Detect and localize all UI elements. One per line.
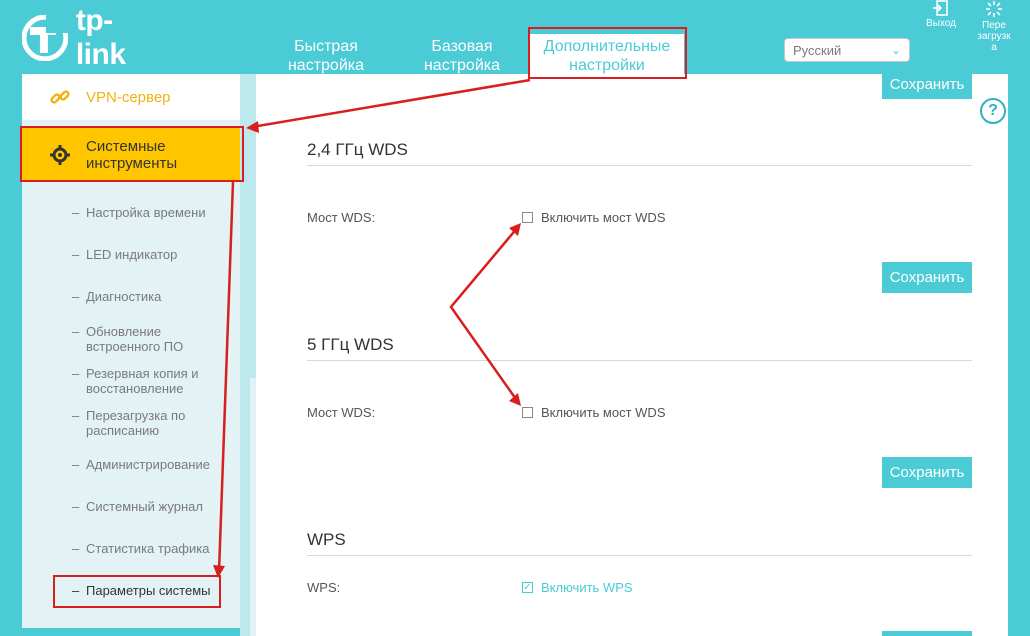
wds-bridge-5-checkbox[interactable]	[522, 407, 533, 418]
save-button-wps[interactable]	[882, 631, 972, 636]
logo-text: tp-link	[75, 4, 126, 71]
save-button-wds-24[interactable]: Сохранить	[882, 262, 972, 293]
reboot-label-line2: загрузк	[977, 31, 1011, 42]
logout-icon	[933, 0, 948, 16]
sidebar-item-label: VPN-сервер	[86, 88, 171, 106]
field-label-wds-bridge-24: Мост WDS:	[307, 210, 376, 225]
subitem-label: Настройка времени	[86, 205, 206, 220]
subitem-label-line1: Перезагрузка по	[86, 408, 186, 423]
sidebar-subitem-led[interactable]: – LED индикатор	[72, 247, 232, 262]
dash-marker: –	[72, 457, 80, 472]
wds-bridge-24-checkbox-row[interactable]: Включить мост WDS	[522, 210, 666, 225]
section-title-wps: WPS	[307, 530, 346, 549]
tab-quick-setup[interactable]: Быстрая настройка	[276, 34, 376, 78]
tab-label-line2: настройка	[287, 57, 365, 74]
checkbox-label: Включить мост WDS	[541, 210, 666, 225]
help-icon[interactable]: ?	[980, 98, 1006, 124]
sidebar-subitem-scheduled-reboot[interactable]: – Перезагрузка по расписанию	[72, 408, 232, 438]
language-select[interactable]: Русский ⌄	[784, 38, 910, 62]
dash-marker: –	[72, 205, 80, 220]
sidebar-subitem-diagnostics[interactable]: – Диагностика	[72, 289, 232, 304]
wps-checkbox[interactable]: ✓	[522, 582, 533, 593]
subitem-label: LED индикатор	[86, 247, 178, 262]
tab-basic-setup[interactable]: Базовая настройка	[412, 34, 512, 78]
save-button[interactable]: Сохранить	[882, 70, 972, 99]
link-icon	[50, 90, 70, 104]
field-label-wps: WPS:	[307, 580, 341, 595]
reboot-label-line1: Пере	[982, 20, 1006, 31]
sidebar-subitem-administration[interactable]: – Администрирование	[72, 457, 232, 472]
wps-checkbox-row[interactable]: ✓ Включить WPS	[522, 580, 633, 595]
wds-bridge-5-checkbox-row[interactable]: Включить мост WDS	[522, 405, 666, 420]
section-divider	[307, 360, 972, 361]
dash-marker: –	[72, 408, 80, 423]
section-title-wds-24: 2,4 ГГц WDS	[307, 140, 408, 159]
dash-marker: –	[72, 499, 80, 514]
save-button-label: Сохранить	[889, 269, 965, 286]
tp-link-logo-icon	[22, 15, 68, 61]
subitem-label: Статистика трафика	[86, 541, 210, 556]
reboot-icon	[986, 1, 1002, 17]
sidebar-subitem-system-parameters[interactable]: – Параметры системы	[72, 583, 232, 598]
language-value: Русский	[793, 42, 842, 58]
dash-marker: –	[72, 541, 80, 556]
save-button-label: Сохранить	[889, 464, 965, 481]
sidebar: VPN-сервер Системные инструменты – Настр…	[22, 74, 240, 628]
subitem-label-line2: восстановление	[86, 381, 184, 396]
logout-button[interactable]: Выход	[919, 0, 963, 29]
subitem-label-line2: встроенного ПО	[86, 339, 184, 354]
wds-bridge-24-checkbox[interactable]	[522, 212, 533, 223]
dash-marker: –	[72, 324, 80, 339]
tab-label-line1: Быстрая	[294, 38, 358, 55]
chevron-down-icon: ⌄	[890, 43, 901, 57]
field-label-wds-bridge-5: Мост WDS:	[307, 405, 376, 420]
sidebar-subitem-system-log[interactable]: – Системный журнал	[72, 499, 232, 514]
logout-label: Выход	[926, 18, 956, 29]
dash-marker: –	[72, 289, 80, 304]
tab-label-line2: настройки	[569, 57, 645, 74]
gear-icon	[50, 145, 70, 165]
subitem-label-line2: расписанию	[86, 423, 160, 438]
sidebar-item-vpn-server[interactable]: VPN-сервер	[22, 74, 240, 120]
subitem-label: Системный журнал	[86, 499, 203, 514]
section-title-wds-5: 5 ГГц WDS	[307, 335, 394, 354]
sidebar-item-label-line2: инструменты	[86, 155, 178, 172]
tab-advanced-settings[interactable]: Дополнительные настройки	[530, 34, 684, 78]
subitem-label: Диагностика	[86, 289, 162, 304]
save-button-wds-5[interactable]: Сохранить	[882, 457, 972, 488]
subitem-label: Администрирование	[86, 457, 210, 472]
main-panel: Сохранить 2,4 ГГц WDS Мост WDS: Включить…	[256, 70, 1008, 636]
tp-link-logo[interactable]: tp-link	[22, 4, 162, 71]
sidebar-subitem-backup-restore[interactable]: – Резервная копия и восстановление	[72, 366, 232, 396]
sidebar-subitem-firmware-update[interactable]: – Обновление встроенного ПО	[72, 324, 232, 354]
dash-marker: –	[72, 583, 80, 598]
reboot-label-line3: а	[991, 42, 997, 53]
section-divider	[307, 555, 972, 556]
sidebar-item-system-tools[interactable]: Системные инструменты	[22, 128, 240, 182]
checkbox-label: Включить WPS	[541, 580, 633, 595]
reboot-button[interactable]: Пере загрузк а	[972, 0, 1016, 53]
checkbox-label: Включить мост WDS	[541, 405, 666, 420]
tab-label-line2: настройка	[423, 57, 501, 74]
dash-marker: –	[72, 366, 80, 381]
sidebar-subitem-time-settings[interactable]: – Настройка времени	[72, 205, 232, 220]
subitem-label: Параметры системы	[86, 583, 211, 598]
section-divider	[307, 165, 972, 166]
subitem-label-line1: Резервная копия и	[86, 366, 199, 381]
dash-marker: –	[72, 247, 80, 262]
subitem-label-line1: Обновление	[86, 324, 162, 339]
tab-label-line1: Дополнительные	[543, 38, 671, 55]
sidebar-item-label-line1: Системные	[86, 138, 166, 155]
sidebar-subitem-traffic-stats[interactable]: – Статистика трафика	[72, 541, 232, 556]
tab-label-line1: Базовая	[431, 38, 493, 55]
save-button-label: Сохранить	[889, 76, 965, 93]
right-margin	[1008, 74, 1030, 636]
